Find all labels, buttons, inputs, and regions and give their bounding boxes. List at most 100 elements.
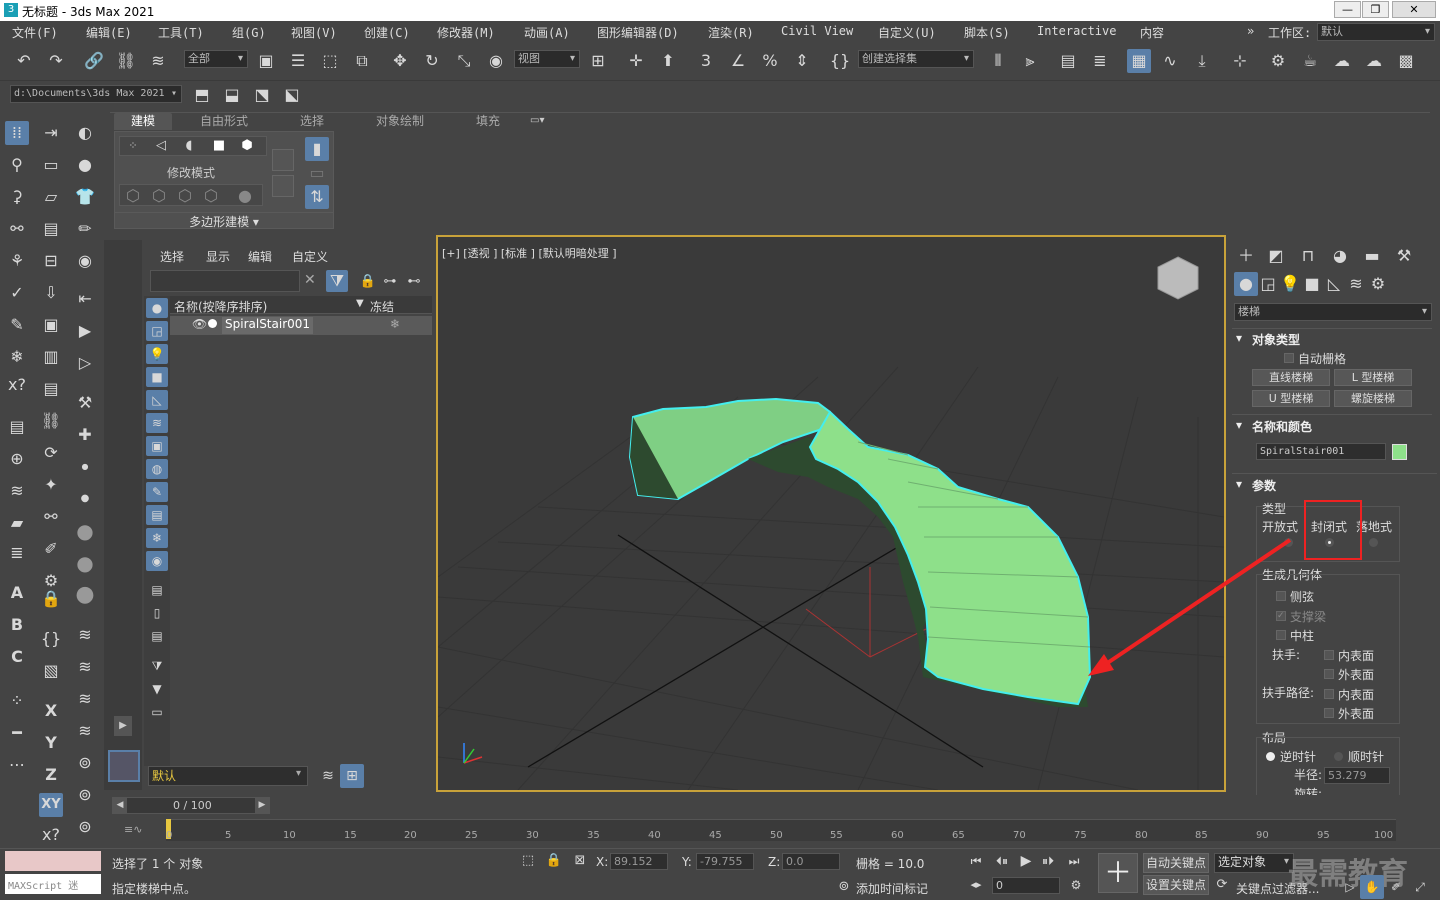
use-soft-icon[interactable]: ▭ [305, 161, 329, 185]
current-frame-field[interactable]: 0 [992, 877, 1060, 894]
edge-icon[interactable]: ◁ [149, 134, 173, 158]
project-folder-dropdown[interactable]: d:\Documents\3ds Max 2021 [10, 85, 182, 103]
absolute-mode-icon[interactable]: ⊠ [568, 849, 592, 873]
selected-object-dropdown[interactable]: 选定对象 [1214, 853, 1294, 873]
render-setup-icon[interactable]: ⚙ [1266, 49, 1290, 73]
rotate-icon[interactable]: ↻ [420, 49, 444, 73]
category-dropdown[interactable]: 楼梯 [1234, 303, 1432, 321]
bind-spacewarp-icon[interactable]: ≋ [146, 49, 170, 73]
sort-arrow-icon[interactable]: ▼ [356, 298, 364, 309]
menu-edit[interactable]: 编辑(E) [86, 24, 132, 41]
filter-shapes-icon[interactable]: ◲ [146, 321, 168, 341]
tab-populate[interactable]: 填充 [476, 113, 500, 130]
l-stair-button[interactable]: L 型楼梯 [1334, 369, 1412, 386]
place-icon[interactable]: ◉ [484, 49, 508, 73]
scene-explorer-toggle-icon[interactable]: ▤ [1056, 49, 1080, 73]
path-constraint-icon[interactable]: ⚘ [5, 249, 29, 273]
layer-stack-1-icon[interactable]: ≋ [73, 623, 97, 647]
viewport-layout-icon[interactable] [108, 750, 140, 782]
z-coord-field[interactable]: 0.0 [782, 853, 840, 870]
spiral-stair-button[interactable]: 螺旋楼梯 [1334, 390, 1412, 407]
ik-icon[interactable]: ⚳ [5, 185, 29, 209]
select-object-icon[interactable]: ▣ [254, 49, 278, 73]
ribbon-toggle-icon[interactable]: ▦ [1127, 49, 1151, 73]
isolate-icon[interactable]: ⬚ [516, 849, 540, 873]
render-cloud-icon[interactable]: ☁ [1362, 49, 1386, 73]
arrange-icon[interactable]: ▤ [39, 217, 63, 241]
minimize-button[interactable]: — [1334, 1, 1361, 18]
axis-x-icon[interactable]: X [39, 699, 63, 723]
tshirt-icon[interactable]: 👕 [73, 185, 97, 209]
explorer-menu-edit[interactable]: 编辑 [248, 248, 272, 265]
vertex-icon[interactable]: ⁘ [121, 134, 145, 158]
side-string-checkbox[interactable] [1276, 591, 1286, 601]
curve-editor-icon[interactable]: ∿ [1158, 49, 1182, 73]
display-doc-icon[interactable]: ▤ [146, 626, 168, 646]
close-button[interactable]: ✕ [1392, 1, 1436, 18]
menu-content[interactable]: 内容 [1140, 24, 1164, 41]
menu-group[interactable]: 组(G) [232, 24, 266, 41]
straight-stair-button[interactable]: 直线楼梯 [1252, 369, 1330, 386]
layers-icon[interactable]: ▤ [5, 415, 29, 439]
curve-editor-mini-icon[interactable]: ≡∿ [124, 823, 142, 836]
import-2-icon[interactable]: ⇩ [39, 281, 63, 305]
u-stair-button[interactable]: U 型楼梯 [1252, 390, 1330, 407]
freeze-icon[interactable]: ❄ [390, 317, 400, 331]
maxscript-input[interactable]: MAXScript 迷 [5, 874, 101, 894]
autogrid-checkbox[interactable] [1284, 353, 1294, 363]
filter-hidden-icon[interactable]: ◉ [146, 551, 168, 571]
polygon-icon[interactable]: ■ [207, 134, 231, 158]
x-coord-field[interactable]: 89.152 [610, 853, 668, 870]
pen-icon[interactable]: ✏ [73, 217, 97, 241]
next-key-icon[interactable]: ⏸⏵ [1036, 849, 1060, 873]
redo-icon[interactable]: ↷ [44, 49, 68, 73]
utilities-tab-icon[interactable]: ⚒ [1392, 244, 1416, 268]
container-close-icon[interactable]: ⬔ [250, 83, 274, 107]
tab-object-paint[interactable]: 对象绘制 [376, 113, 424, 130]
menu-animation[interactable]: 动画(A) [524, 24, 570, 41]
maxscript-listener-pink[interactable] [5, 851, 101, 871]
menu-file[interactable]: 文件(F) [12, 24, 58, 41]
align-icon[interactable]: ⫸ [1018, 49, 1042, 73]
container-update-icon[interactable]: ⬕ [280, 83, 304, 107]
filter-frozen-icon[interactable]: ❄ [146, 528, 168, 548]
y-coord-field[interactable]: -79.755 [696, 853, 754, 870]
visibility-eye-icon[interactable]: 👁 [192, 317, 207, 331]
shapes-icon[interactable]: ● [73, 153, 97, 177]
save-icon[interactable]: ▤ [39, 377, 63, 401]
prev-frame-icon[interactable]: ◀ [113, 798, 127, 813]
funnel-2-icon[interactable]: ▼ [146, 679, 168, 699]
cw-radio[interactable] [1334, 752, 1343, 761]
layer-dropdown[interactable]: 默认 [148, 766, 308, 786]
object-name[interactable]: SpiralStair001 [222, 317, 314, 334]
menu-interactive[interactable]: Interactive [1037, 24, 1116, 38]
table-icon[interactable]: ▭ [39, 153, 63, 177]
spacewarps-category-icon[interactable]: ≋ [1344, 272, 1368, 296]
hierarchy-icon[interactable]: ⊶ [378, 270, 402, 294]
layer-explorer-btn-icon[interactable]: ≋ [316, 764, 340, 788]
select-tool-icon[interactable]: ⁞⁞ [5, 121, 29, 145]
play-save-icon[interactable]: ▷ [73, 351, 97, 375]
mirror-icon[interactable]: ⫴ [986, 49, 1010, 73]
center-pole-checkbox[interactable] [1276, 630, 1286, 640]
radius-spinner[interactable]: 53.279 [1324, 767, 1390, 784]
text-a-icon[interactable]: A [5, 581, 29, 605]
workspace-dropdown[interactable]: 默认 [1317, 23, 1435, 41]
goto-start-icon[interactable]: ⏮ [964, 849, 988, 873]
path-inner-checkbox[interactable] [1324, 689, 1334, 699]
tab-selection[interactable]: 选择 [300, 113, 324, 130]
container-icon[interactable]: ⬒ [190, 83, 214, 107]
scene-explorer-btn-icon[interactable]: ⊞ [340, 764, 364, 788]
filter-lights-icon[interactable]: 💡 [146, 344, 168, 364]
parameters-title[interactable]: 参数 [1252, 477, 1276, 494]
goto-end-icon[interactable]: ⏭ [1062, 849, 1086, 873]
dummy-icon[interactable]: ✓ [5, 281, 29, 305]
cube-1-icon[interactable]: ⬡ [121, 184, 145, 208]
systems-category-icon[interactable]: ⚙ [1366, 272, 1390, 296]
maximize-button[interactable]: ❐ [1362, 1, 1389, 18]
filter-containers-icon[interactable]: ▤ [146, 505, 168, 525]
a360-gallery-icon[interactable]: ▩ [1394, 49, 1418, 73]
open-type-radio[interactable] [1284, 538, 1293, 547]
create-tab-icon[interactable]: ＋ [1234, 244, 1258, 268]
play-icon[interactable]: ▶ [1014, 849, 1038, 873]
